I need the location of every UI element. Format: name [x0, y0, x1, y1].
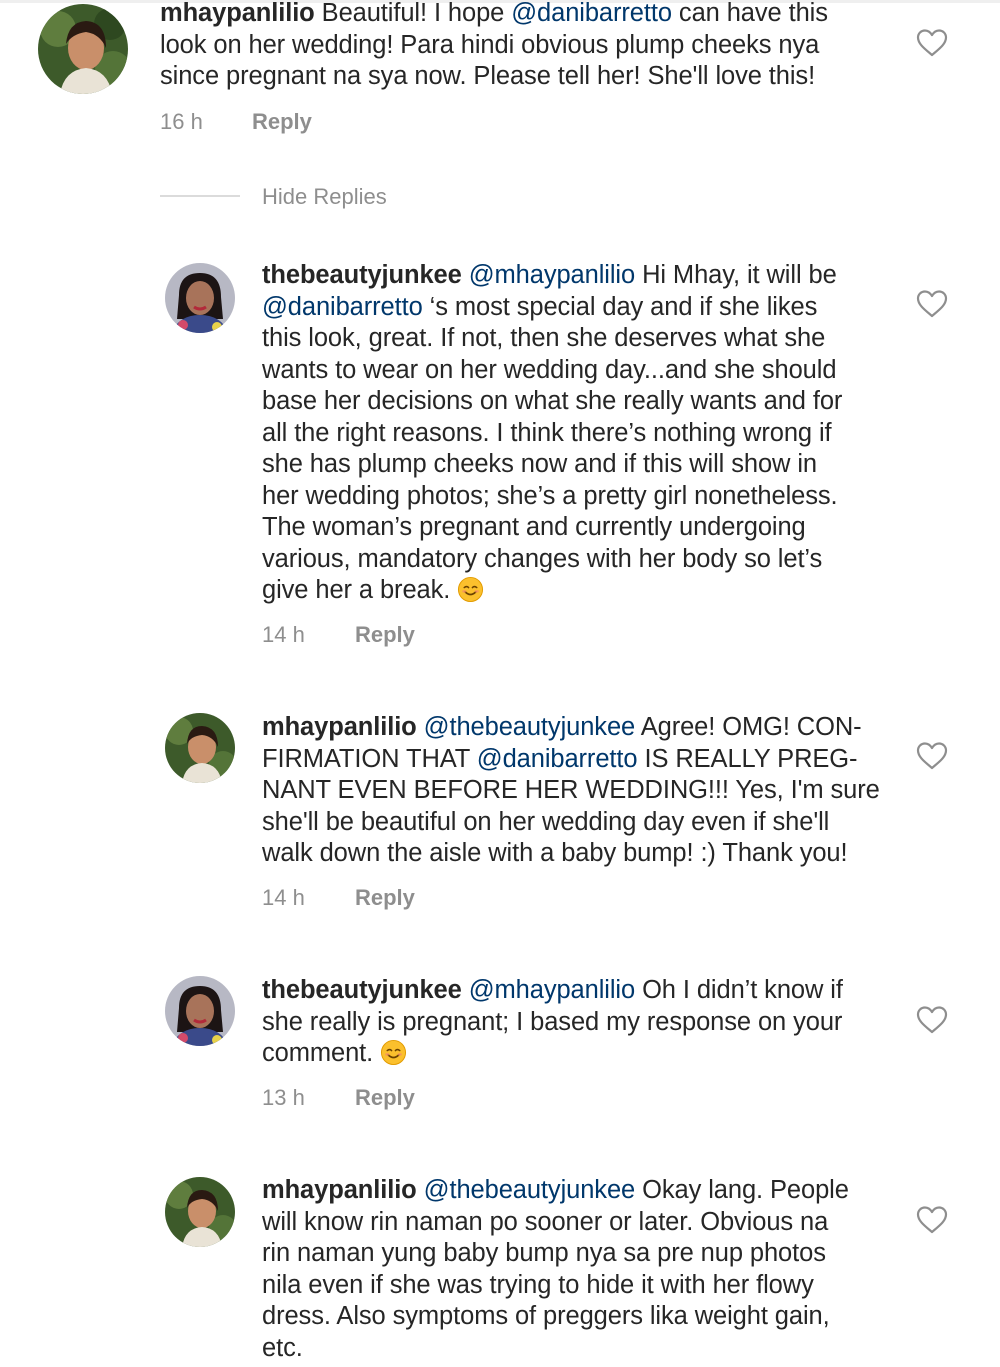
heart-outline-icon — [916, 742, 948, 770]
hide-replies-label: Hide Replies — [262, 184, 387, 209]
mention-link[interactable]: @thebeautyjunkee — [424, 1176, 636, 1204]
like-button[interactable] — [916, 289, 948, 319]
comment-text: mhaypanlilio Beautiful! I hope @danibarr… — [160, 0, 900, 93]
comment-text: mhaypanlilio @thebeautyjunkee Okay lang.… — [262, 1175, 902, 1364]
comment-text: mhaypanlilio @thebeautyjunkee Agree! OMG… — [262, 712, 902, 870]
replies-divider-line — [160, 195, 240, 197]
comment-body-text — [417, 713, 424, 741]
comment-meta: 14 h Reply — [262, 885, 462, 911]
avatar[interactable] — [165, 263, 235, 333]
like-button[interactable] — [916, 1005, 948, 1035]
mention-link[interactable]: @danibarretto — [477, 745, 638, 773]
comment-text: thebeautyjunkee @mhaypanlilio Hi Mhay, i… — [262, 260, 902, 607]
username-link[interactable]: mhaypanlilio — [262, 713, 417, 741]
comment-timestamp: 14 h — [262, 885, 305, 910]
comment-body-text: Beautiful! I hope — [314, 0, 512, 27]
comment-meta: 13 h Reply — [262, 1085, 462, 1111]
comment-body-text — [417, 1176, 424, 1204]
reply-button[interactable]: Reply — [252, 109, 312, 135]
username-link[interactable]: mhaypanlilio — [262, 1176, 417, 1204]
comment-body-text: ‘s most special day and if she likes thi… — [262, 292, 843, 605]
smiling-face-emoji — [381, 1039, 407, 1066]
smiling-face-emoji — [458, 576, 484, 603]
reply-button[interactable]: Reply — [355, 1085, 415, 1111]
avatar[interactable] — [165, 713, 235, 783]
comment-body-text — [462, 976, 469, 1004]
like-button[interactable] — [916, 28, 948, 58]
mention-link[interactable]: @danibarretto — [511, 0, 672, 27]
comment-text: thebeautyjunkee @mhaypanlilio Oh I didn’… — [262, 975, 902, 1070]
avatar[interactable] — [165, 1177, 235, 1247]
reply-button[interactable]: Reply — [355, 885, 415, 911]
heart-outline-icon — [916, 29, 948, 57]
mention-link[interactable]: @mhaypanlilio — [469, 976, 635, 1004]
mention-link[interactable]: @thebeautyjunkee — [424, 713, 636, 741]
mention-link[interactable]: @mhaypanlilio — [469, 261, 635, 289]
comment-meta: 16 h Reply — [160, 109, 360, 135]
mention-link[interactable]: @danibarretto — [262, 293, 423, 321]
username-link[interactable]: mhaypanlilio — [160, 0, 315, 27]
reply-button[interactable]: Reply — [355, 622, 415, 648]
comment-timestamp: 13 h — [262, 1085, 305, 1110]
heart-outline-icon — [916, 290, 948, 318]
comment-body-text: Hi Mhay, it will be — [642, 261, 837, 289]
comment-timestamp: 16 h — [160, 109, 203, 134]
comment-body-text — [462, 261, 469, 289]
avatar[interactable] — [165, 976, 235, 1046]
like-button[interactable] — [916, 741, 948, 771]
heart-outline-icon — [916, 1206, 948, 1234]
username-link[interactable]: thebeautyjunkee — [262, 976, 462, 1004]
like-button[interactable] — [916, 1205, 948, 1235]
avatar[interactable] — [38, 4, 128, 94]
heart-outline-icon — [916, 1006, 948, 1034]
comment-timestamp: 14 h — [262, 622, 305, 647]
hide-replies-button[interactable]: Hide Replies — [160, 182, 420, 212]
comment-meta: 14 h Reply — [262, 622, 462, 648]
username-link[interactable]: thebeautyjunkee — [262, 261, 462, 289]
